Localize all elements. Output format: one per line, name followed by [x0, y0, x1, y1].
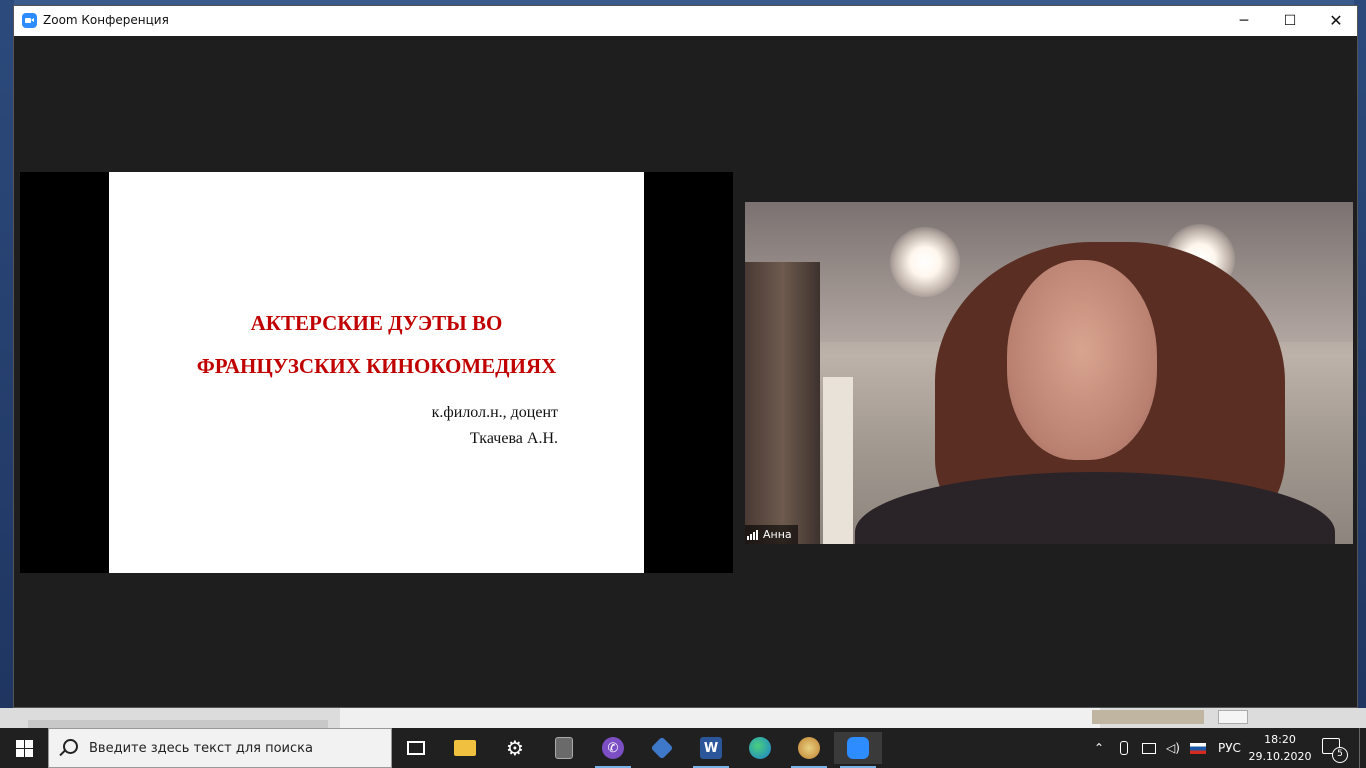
slide-author-name: Ткачева А.Н. — [469, 430, 558, 447]
paint-button[interactable] — [785, 732, 833, 768]
windows-logo-icon — [16, 740, 24, 748]
slide-author-degree: к.филол.н., доцент — [431, 404, 558, 421]
file-explorer-button[interactable] — [441, 732, 489, 764]
slide-title-line-1: АКТЕРСКИЕ ДУЭТЫ ВО — [250, 311, 503, 335]
taskbar-search-box[interactable]: Введите здесь текст для поиска — [48, 728, 392, 768]
snipping-tool-icon — [650, 736, 674, 760]
calculator-button[interactable] — [540, 732, 588, 764]
calculator-icon — [555, 737, 573, 759]
ceiling-light — [890, 227, 960, 297]
curtain — [745, 262, 820, 544]
show-desktop-button[interactable] — [1359, 728, 1366, 768]
zoom-icon — [847, 737, 869, 759]
word-icon: W — [700, 737, 722, 759]
participant-face — [1007, 260, 1157, 460]
clock-time: 18:20 — [1264, 733, 1296, 746]
microphone-tray-button[interactable] — [1120, 728, 1128, 768]
settings-icon: ⚙ — [506, 736, 524, 760]
microphone-icon — [1120, 741, 1128, 755]
search-icon — [63, 739, 78, 754]
participant-name: Анна — [763, 528, 792, 541]
zoom-meeting-window: Zoom Конференция ─ ☐ ✕ АКТЕРСКИЕ ДУЭТЫ В… — [13, 5, 1358, 708]
clock-date: 29.10.2020 — [1248, 750, 1312, 763]
minimize-button[interactable]: ─ — [1221, 6, 1267, 36]
russian-flag-icon — [1190, 742, 1206, 754]
input-language-button[interactable]: РУС — [1218, 728, 1241, 768]
task-view-button[interactable] — [392, 732, 440, 764]
slide-title-line-2: ФРАНЦУЗСКИХ КИНОКОМЕДИЯХ — [196, 354, 557, 378]
zoom-app-icon — [22, 13, 37, 28]
language-flag-button[interactable] — [1190, 728, 1206, 768]
presentation-slide: АКТЕРСКИЕ ДУЭТЫ ВО ФРАНЦУЗСКИХ КИНОКОМЕД… — [109, 172, 644, 573]
network-tray-button[interactable] — [1142, 728, 1156, 768]
input-language: РУС — [1218, 741, 1241, 755]
notification-count-badge: 5 — [1332, 747, 1348, 763]
paint-icon — [798, 737, 820, 759]
chevron-up-icon: ⌃ — [1094, 741, 1105, 755]
title-bar[interactable]: Zoom Конференция ─ ☐ ✕ — [14, 6, 1357, 36]
viber-button[interactable]: ✆ — [589, 732, 637, 768]
file-explorer-icon — [454, 740, 476, 756]
background-window-strip — [0, 708, 1366, 728]
shared-screen[interactable]: АКТЕРСКИЕ ДУЭТЫ ВО ФРАНЦУЗСКИХ КИНОКОМЕД… — [20, 172, 733, 573]
maximize-button[interactable]: ☐ — [1267, 6, 1313, 36]
edge-icon — [749, 737, 771, 759]
close-button[interactable]: ✕ — [1313, 6, 1359, 36]
participant-name-tag: Анна — [745, 525, 798, 544]
edge-button[interactable] — [736, 732, 784, 764]
viber-icon: ✆ — [602, 737, 624, 759]
show-hidden-icons-button[interactable]: ⌃ — [1094, 728, 1104, 768]
network-icon — [1142, 742, 1156, 754]
settings-button[interactable]: ⚙ — [491, 732, 539, 764]
snipping-tool-button[interactable] — [638, 732, 686, 764]
task-view-icon — [407, 741, 425, 755]
word-button[interactable]: W — [687, 732, 735, 768]
speaker-icon: ◁) — [1166, 741, 1180, 755]
signal-strength-icon — [747, 529, 759, 540]
zoom-taskbar-button[interactable] — [834, 732, 882, 768]
volume-tray-button[interactable]: ◁) — [1166, 728, 1180, 768]
start-button[interactable] — [0, 728, 48, 768]
window-title: Zoom Конференция — [43, 13, 169, 27]
search-placeholder: Введите здесь текст для поиска — [89, 741, 313, 756]
desktop-background-left — [0, 0, 14, 728]
taskbar-clock[interactable]: 18:20 29.10.2020 — [1248, 731, 1312, 765]
participant-video[interactable]: Анна — [745, 202, 1353, 544]
taskbar: Введите здесь текст для поиска ⚙ ✆ W ⌃ ◁… — [0, 728, 1366, 768]
